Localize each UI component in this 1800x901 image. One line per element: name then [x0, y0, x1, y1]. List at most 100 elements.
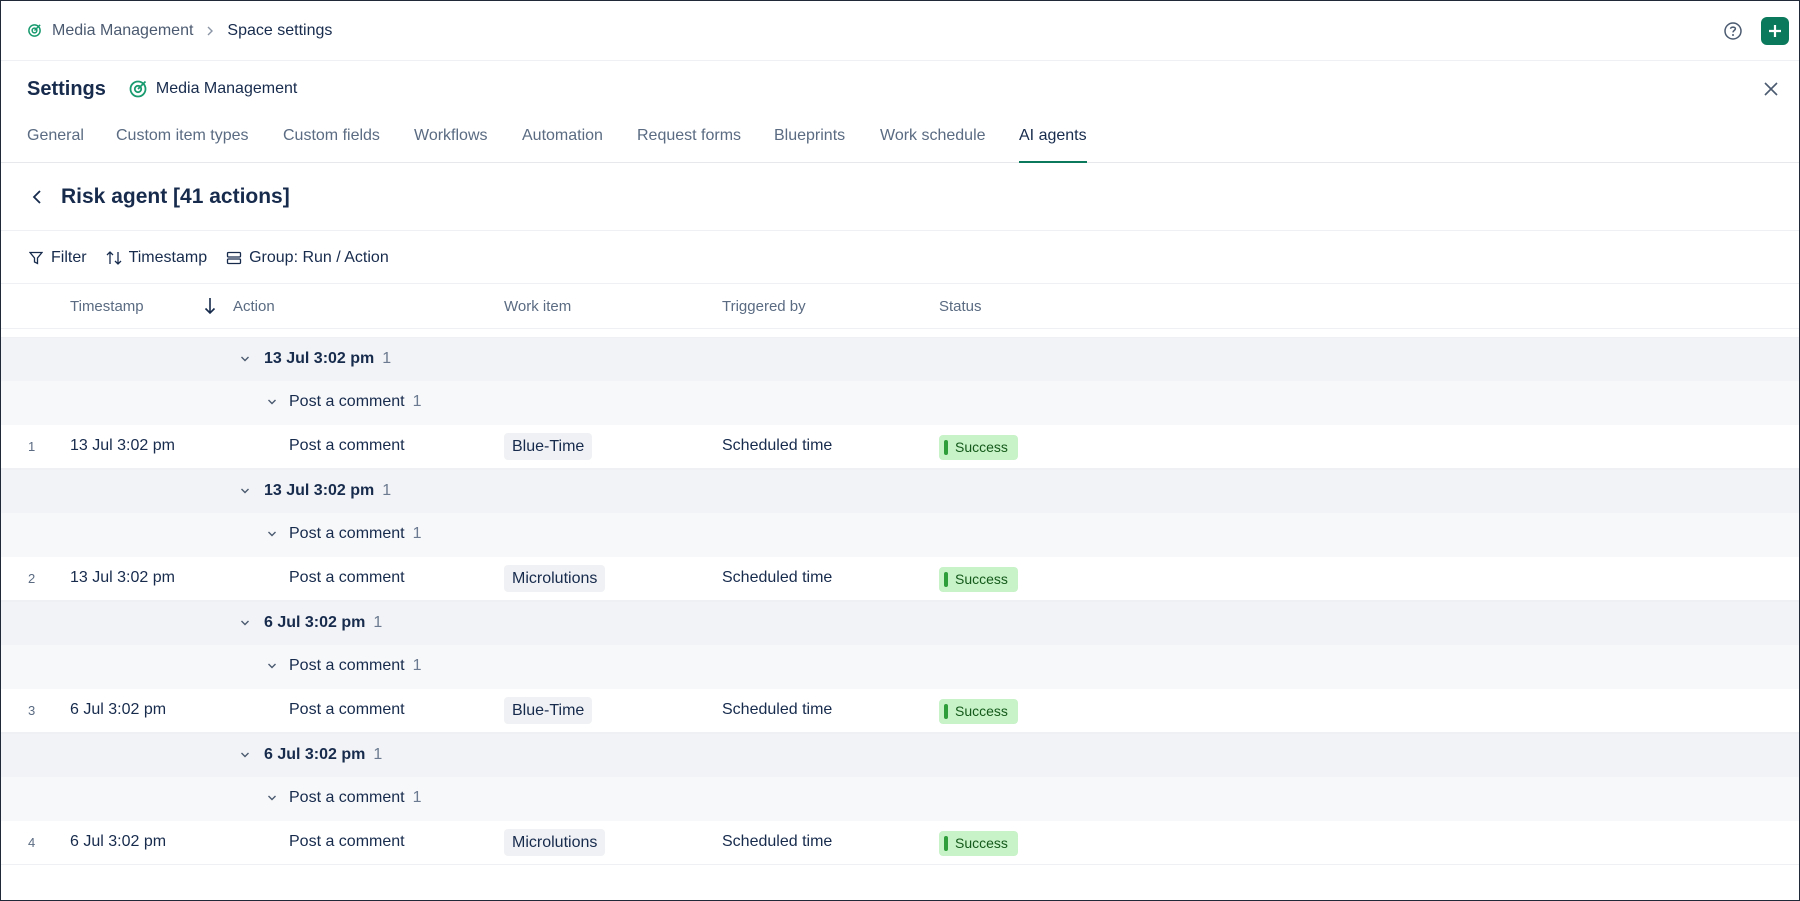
status-badge: Success	[939, 567, 1018, 592]
settings-header: Settings Media Management	[27, 75, 297, 103]
chevron-down-icon[interactable]	[239, 485, 251, 497]
tab-blueprints[interactable]: Blueprints	[774, 127, 845, 163]
triggered-by-cell: Scheduled time	[722, 569, 833, 586]
run-timestamp: 6 Jul 3:02 pm	[264, 746, 366, 763]
action-group-label: Post a comment 1	[289, 525, 422, 543]
tab-automation[interactable]: Automation	[522, 127, 603, 163]
group-button[interactable]: Group: Run / Action	[225, 249, 389, 267]
work-item-chip[interactable]: Blue-Time	[504, 697, 593, 724]
table-row[interactable]: 1 13 Jul 3:02 pm Post a comment Blue-Tim…	[1, 425, 1799, 469]
run-group-row[interactable]: 6 Jul 3:02 pm 1	[1, 733, 1799, 777]
chevron-right-icon	[205, 26, 215, 36]
chevron-down-icon[interactable]	[239, 617, 251, 629]
work-item-chip[interactable]: Microlutions	[504, 565, 606, 592]
space-target-icon	[128, 79, 148, 99]
timestamp-cell: 13 Jul 3:02 pm	[70, 437, 175, 454]
space-name: Media Management	[155, 80, 298, 97]
create-button[interactable]	[1761, 17, 1789, 45]
action-group-row[interactable]: Post a comment 1	[1, 513, 1799, 557]
tab-custom-fields[interactable]: Custom fields	[283, 127, 380, 163]
column-header-timestamp[interactable]: Timestamp	[70, 298, 144, 315]
run-group-row[interactable]: 6 Jul 3:02 pm 1	[1, 601, 1799, 645]
tab-ai-agents[interactable]: AI agents	[1019, 127, 1087, 163]
table-row[interactable]: 3 6 Jul 3:02 pm Post a comment Blue-Time…	[1, 689, 1799, 733]
action-group-label: Post a comment 1	[289, 393, 422, 411]
filter-button[interactable]: Filter	[27, 249, 87, 267]
run-group-row[interactable]: 13 Jul 3:02 pm 1	[1, 337, 1799, 382]
chevron-down-icon[interactable]	[266, 528, 278, 540]
chevron-down-icon[interactable]	[266, 396, 278, 408]
run-count: 1	[373, 614, 383, 631]
run-timestamp: 6 Jul 3:02 pm	[264, 614, 366, 631]
row-number: 2	[28, 571, 36, 586]
help-button[interactable]	[1719, 17, 1747, 45]
chevron-down-icon[interactable]	[266, 792, 278, 804]
action-group-row[interactable]: Post a comment 1	[1, 381, 1799, 425]
timestamp-cell: 6 Jul 3:02 pm	[70, 833, 167, 850]
breadcrumb-space-link[interactable]: Media Management	[52, 22, 193, 40]
action-group-row[interactable]: Post a comment 1	[1, 645, 1799, 689]
table-header: Timestamp Action Work item Triggered by …	[1, 285, 1799, 329]
chevron-down-icon[interactable]	[239, 749, 251, 761]
run-group-row[interactable]: 13 Jul 3:02 pm 1	[1, 469, 1799, 513]
close-settings-button[interactable]	[1759, 77, 1783, 101]
status-badge: Success	[939, 699, 1018, 724]
table-toolbar: Filter Timestamp Group: Run / Action	[1, 232, 1799, 284]
run-count: 1	[382, 350, 392, 367]
action-count: 1	[412, 393, 422, 410]
action-group-label: Post a comment 1	[289, 657, 422, 675]
breadcrumb-current: Space settings	[227, 21, 333, 39]
column-header-triggered-by[interactable]: Triggered by	[722, 298, 806, 315]
run-group-label: 6 Jul 3:02 pm 1	[264, 746, 382, 764]
triggered-by-cell: Scheduled time	[722, 701, 833, 718]
table-body: 13 Jul 3:02 pm 1 Post a comment 1 1 13 Jul…	[1, 337, 1799, 865]
triggered-by-cell: Scheduled time	[722, 437, 833, 454]
table-row[interactable]: 2 13 Jul 3:02 pm Post a comment Microlut…	[1, 557, 1799, 601]
chevron-down-icon[interactable]	[239, 353, 251, 365]
run-count: 1	[382, 482, 392, 499]
run-timestamp: 13 Jul 3:02 pm	[264, 482, 375, 499]
chevron-left-icon	[32, 189, 41, 204]
filter-icon	[27, 249, 45, 267]
status-badge: Success	[939, 831, 1018, 856]
tab-workflows[interactable]: Workflows	[414, 127, 488, 163]
page-title: Risk agent [41 actions]	[61, 184, 290, 208]
action-cell: Post a comment	[289, 833, 405, 850]
triggered-by-cell: Scheduled time	[722, 833, 833, 850]
group-icon	[225, 249, 243, 267]
run-count: 1	[373, 746, 383, 763]
run-group-label: 13 Jul 3:02 pm 1	[264, 482, 391, 500]
action-name: Post a comment	[289, 393, 405, 410]
column-header-action[interactable]: Action	[233, 298, 275, 315]
action-name: Post a comment	[289, 525, 405, 542]
close-icon	[1764, 82, 1778, 96]
sort-icon	[105, 249, 123, 267]
work-item-chip[interactable]: Microlutions	[504, 829, 606, 856]
table-row[interactable]: 4 6 Jul 3:02 pm Post a comment Microluti…	[1, 821, 1799, 865]
group-label: Group: Run / Action	[249, 248, 389, 266]
column-header-status[interactable]: Status	[939, 298, 982, 315]
action-group-label: Post a comment 1	[289, 789, 422, 807]
tab-work-schedule[interactable]: Work schedule	[880, 127, 986, 163]
work-item-chip[interactable]: Blue-Time	[504, 433, 593, 460]
app-window: Media Management Space settings Settings…	[0, 0, 1800, 901]
column-header-work-item[interactable]: Work item	[504, 298, 571, 315]
action-cell: Post a comment	[289, 437, 405, 454]
row-number: 3	[28, 703, 36, 718]
tab-custom-item-types[interactable]: Custom item types	[116, 127, 248, 163]
action-cell: Post a comment	[289, 701, 405, 718]
action-count: 1	[412, 657, 422, 674]
space-target-icon	[27, 23, 42, 38]
action-count: 1	[412, 525, 422, 542]
tab-general[interactable]: General	[27, 127, 84, 163]
arrow-down-icon[interactable]	[203, 296, 217, 316]
action-group-row[interactable]: Post a comment 1	[1, 777, 1799, 821]
back-button[interactable]	[27, 187, 47, 207]
tab-request-forms[interactable]: Request forms	[637, 127, 741, 163]
chevron-down-icon[interactable]	[266, 660, 278, 672]
sort-button[interactable]: Timestamp	[105, 248, 208, 267]
sort-label: Timestamp	[128, 248, 208, 266]
settings-tabs: General Custom item types Custom fields …	[1, 119, 1799, 163]
action-count: 1	[412, 789, 422, 806]
row-number: 4	[28, 835, 36, 850]
